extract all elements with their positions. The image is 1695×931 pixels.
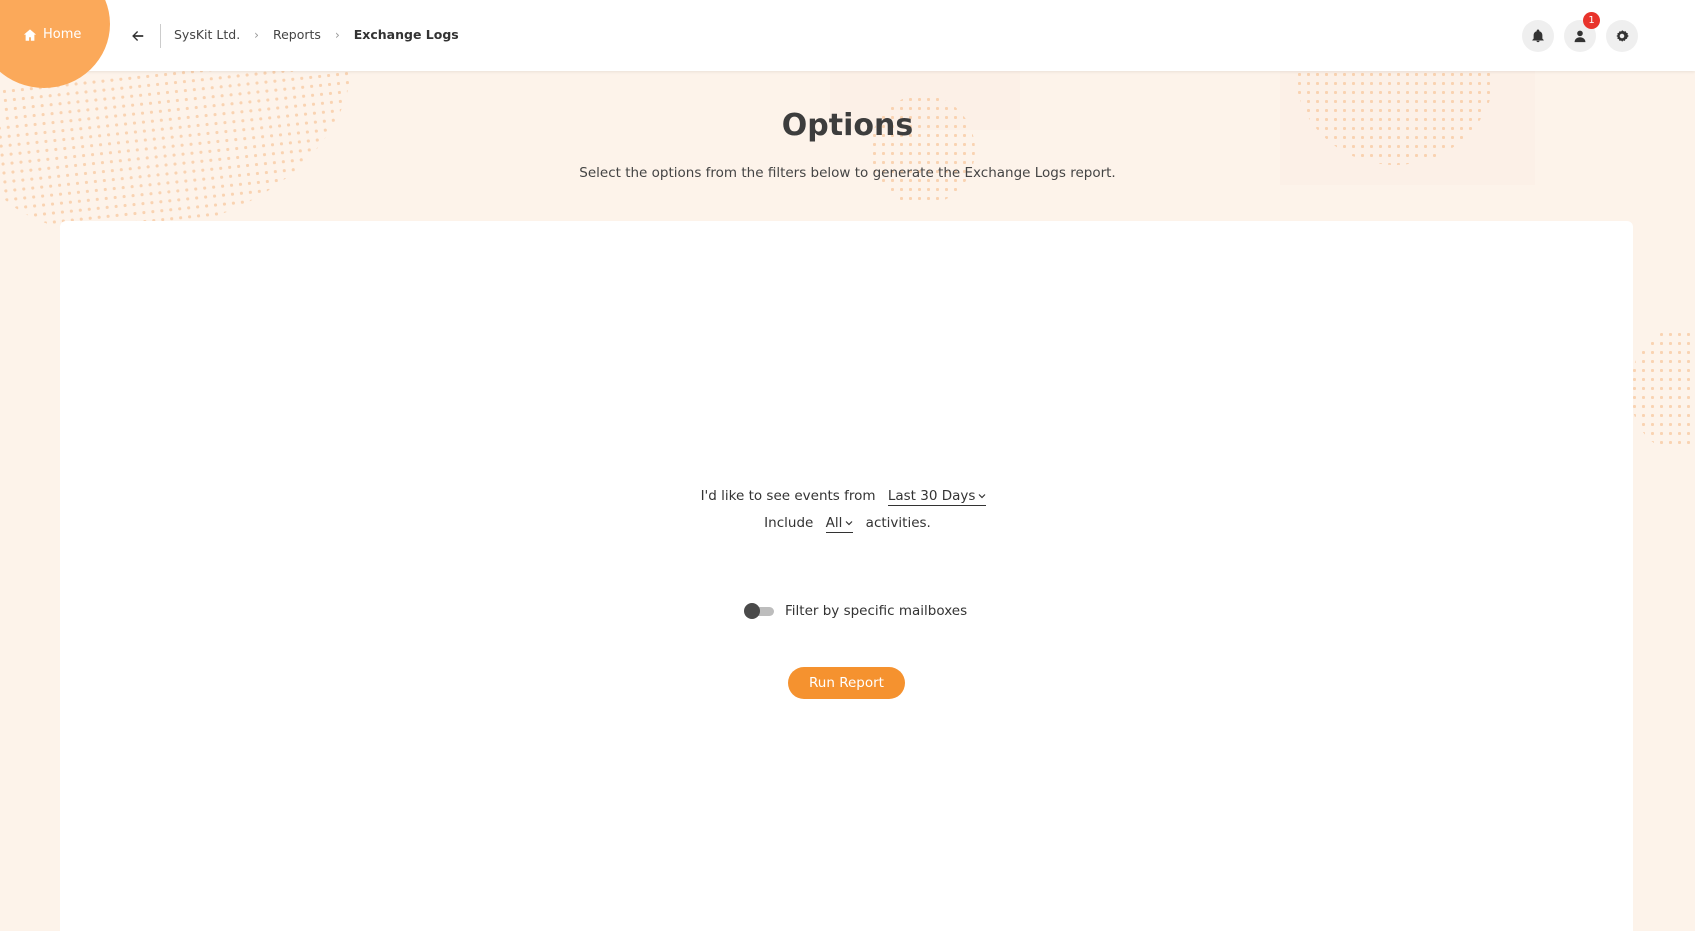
home-icon: [23, 28, 37, 41]
chevron-down-icon: [845, 521, 853, 526]
breadcrumb-item-company[interactable]: SysKit Ltd.: [174, 27, 240, 42]
mailbox-filter-row: Filter by specific mailboxes: [744, 603, 967, 619]
breadcrumb-item-current: Exchange Logs: [353, 27, 459, 42]
back-button[interactable]: [128, 26, 148, 46]
gear-icon: [1616, 30, 1629, 42]
home-label: Home: [43, 27, 82, 42]
arrow-left-icon: [132, 31, 144, 41]
page-subtitle: Select the options from the filters belo…: [579, 165, 1116, 181]
settings-button[interactable]: [1606, 20, 1638, 52]
breadcrumb: SysKit Ltd. › Reports › Exchange Logs: [174, 27, 459, 42]
notification-badge: 1: [1583, 12, 1600, 29]
chevron-right-icon: ›: [254, 27, 259, 42]
notifications-button[interactable]: [1522, 20, 1554, 52]
run-report-button[interactable]: Run Report: [788, 667, 905, 699]
period-dropdown[interactable]: Last 30 Days: [887, 488, 987, 506]
activities-dropdown[interactable]: All: [825, 515, 854, 533]
mailbox-filter-label: Filter by specific mailboxes: [785, 603, 968, 619]
home-button[interactable]: Home: [23, 27, 81, 42]
activities-line: Include All activities.: [0, 515, 1695, 533]
bell-icon: [1532, 29, 1544, 43]
header-divider: [160, 24, 161, 48]
include-prefix-text: Include: [764, 515, 814, 531]
decorative-dots: [1630, 330, 1695, 450]
breadcrumb-item-reports[interactable]: Reports: [273, 27, 321, 42]
user-icon: [1574, 30, 1586, 43]
chevron-right-icon: ›: [334, 27, 340, 42]
chevron-down-icon: [978, 494, 986, 499]
mailbox-filter-toggle[interactable]: [744, 603, 774, 619]
home-blob: [0, 0, 110, 88]
page-title: Options: [781, 108, 914, 143]
include-suffix-text: activities.: [865, 515, 931, 531]
options-card: [60, 221, 1633, 931]
events-period-line: I'd like to see events from Last 30 Days: [0, 488, 1695, 506]
period-dropdown-value: Last 30 Days: [887, 488, 976, 504]
activities-dropdown-value: All: [825, 515, 843, 531]
toggle-knob: [744, 603, 760, 619]
events-prefix-text: I'd like to see events from: [700, 488, 876, 504]
page: Home SysKit Ltd. › Reports › Exchange Lo…: [0, 0, 1695, 931]
